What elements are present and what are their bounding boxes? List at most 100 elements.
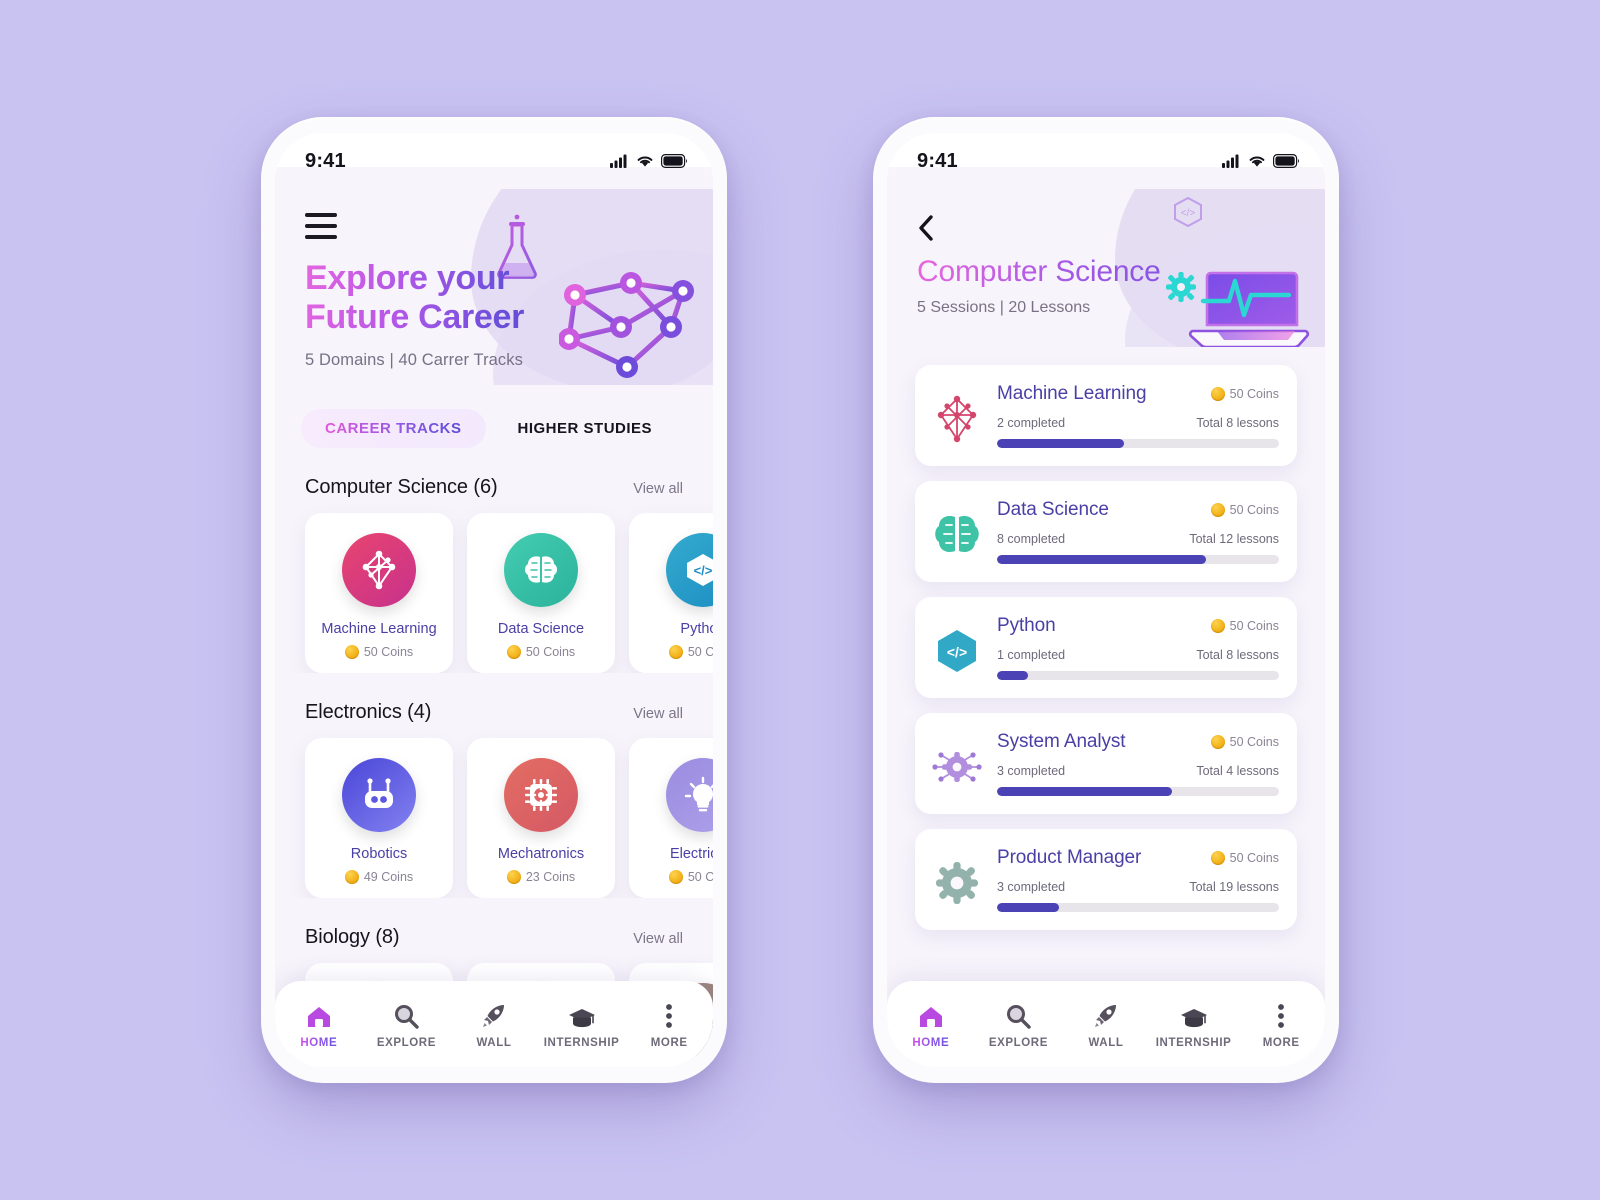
svg-text:</>: </> (1181, 208, 1196, 219)
track-coins: 50 Coins (639, 870, 713, 884)
home-icon (306, 1003, 332, 1029)
section-header-computer-science: Computer Science (6) View all (275, 448, 713, 499)
progress-bar (997, 439, 1279, 448)
progress-bar (997, 903, 1279, 912)
track-card[interactable]: Machine Learning 50 Coins (305, 513, 453, 673)
lesson-total: Total 8 lessons (1196, 416, 1279, 430)
nav-label: HOME (912, 1037, 950, 1049)
lesson-header: Python 50 Coins (997, 615, 1279, 637)
dual-phone-mockup: 9:41 Explore your Future Career 5 Domain… (0, 0, 1600, 1200)
back-button[interactable] (917, 213, 947, 243)
nav-item-home[interactable]: HOME (887, 999, 975, 1049)
track-coins-label: 50 Coins (525, 645, 576, 659)
track-row-computer-science[interactable]: Machine Learning 50 Coins Data Science 5… (275, 499, 713, 673)
nav-item-explore[interactable]: EXPLORE (975, 999, 1063, 1049)
view-all-link[interactable]: View all (633, 706, 683, 722)
progress-fill (997, 903, 1060, 912)
page-title: Computer Science (917, 255, 1295, 289)
lesson-card[interactable]: </> Python 50 Coins 1 completed Total 8 … (915, 597, 1297, 698)
gear-icon (929, 855, 985, 911)
coin-icon (1210, 619, 1225, 633)
graduation-cap-icon (568, 1003, 596, 1029)
track-card[interactable]: Mechatronics 23 Coins (467, 738, 615, 898)
track-coins: 49 Coins (315, 870, 443, 884)
battery-icon (1273, 154, 1299, 168)
lesson-meta: 2 completed Total 8 lessons (997, 416, 1279, 430)
lesson-coins-label: 50 Coins (1229, 387, 1279, 401)
nav-item-internship[interactable]: INTERNSHIP (1150, 999, 1238, 1049)
status-time: 9:41 (305, 149, 346, 172)
track-coins-label: 50 Coins (687, 645, 713, 659)
track-card[interactable]: Robotics 49 Coins (305, 738, 453, 898)
brain-circuit-icon (929, 507, 985, 563)
coin-icon (1210, 851, 1225, 865)
nav-item-explore[interactable]: EXPLORE (363, 999, 451, 1049)
nav-item-internship[interactable]: INTERNSHIP (538, 999, 626, 1049)
hero-subtitle: 5 Domains | 40 Carrer Tracks (305, 350, 523, 369)
nav-item-wall[interactable]: WALL (1062, 999, 1150, 1049)
lesson-body: Data Science 50 Coins 8 completed Total … (997, 497, 1279, 564)
detail-screen: 9:41 </> Computer Science 5 Sessions | 2… (887, 133, 1325, 1067)
lesson-card[interactable]: Product Manager 50 Coins 3 completed Tot… (915, 829, 1297, 930)
lesson-card[interactable]: System Analyst 50 Coins 3 completed Tota… (915, 713, 1297, 814)
lesson-body: Python 50 Coins 1 completed Total 8 less… (997, 613, 1279, 680)
lesson-coins: 50 Coins (1210, 387, 1279, 401)
nav-item-wall[interactable]: WALL (450, 999, 538, 1049)
lesson-coins: 50 Coins (1210, 735, 1279, 749)
track-coins: 50 Coins (315, 645, 443, 659)
progress-bar (997, 787, 1279, 796)
microchip-icon (504, 758, 578, 832)
lesson-coins: 50 Coins (1210, 503, 1279, 517)
lesson-completed: 2 completed (997, 416, 1066, 430)
lesson-header: Product Manager 50 Coins (997, 847, 1279, 869)
lesson-coins: 50 Coins (1210, 619, 1279, 633)
code-badge-icon: </> (1174, 196, 1202, 228)
track-name: Data Science (497, 621, 585, 637)
signal-icon (1222, 154, 1239, 168)
lesson-total: Total 19 lessons (1189, 880, 1279, 894)
track-card[interactable]: </> Python 50 Coins (629, 513, 713, 673)
progress-fill (997, 439, 1124, 448)
track-card[interactable]: Electricals 50 Coins (629, 738, 713, 898)
nav-item-more[interactable]: MORE (625, 999, 713, 1049)
wifi-icon (637, 156, 653, 167)
nav-item-more[interactable]: MORE (1237, 999, 1325, 1049)
lesson-meta: 1 completed Total 8 lessons (997, 648, 1279, 662)
tab-career-tracks[interactable]: CAREER TRACKS (301, 409, 486, 448)
tab-higher-studies[interactable]: HIGHER STUDIES (494, 409, 677, 448)
view-all-link[interactable]: View all (633, 931, 683, 947)
lesson-name: Data Science (997, 499, 1109, 520)
lesson-total: Total 4 lessons (1196, 764, 1279, 778)
lesson-card[interactable]: Data Science 50 Coins 8 completed Total … (915, 481, 1297, 582)
lesson-completed: 8 completed (997, 532, 1066, 546)
lesson-header: Data Science 50 Coins (997, 499, 1279, 521)
progress-fill (997, 671, 1029, 680)
lesson-list: Machine Learning 50 Coins 2 completed To… (887, 347, 1325, 930)
lightbulb-icon (666, 758, 713, 832)
page-title: Explore your Future Career (305, 259, 575, 338)
detail-hero: </> Computer Science 5 Sessions | 20 Les… (887, 189, 1325, 347)
gear-network-icon (929, 739, 985, 795)
nav-label: WALL (476, 1037, 512, 1049)
track-row-electronics[interactable]: Robotics 49 Coins Mechatronics 23 Coins … (275, 724, 713, 898)
nav-item-home[interactable]: HOME (275, 999, 363, 1049)
track-coins: 50 Coins (639, 645, 713, 659)
home-screen: 9:41 Explore your Future Career 5 Domain… (275, 133, 713, 1067)
lesson-coins: 50 Coins (1210, 851, 1279, 865)
hamburger-menu-icon[interactable] (305, 213, 337, 239)
coin-icon (344, 645, 359, 659)
coin-icon (668, 870, 683, 884)
section-header-electronics: Electronics (4) View all (275, 673, 713, 724)
tab-career-tracks-label: CAREER TRACKS (325, 420, 462, 437)
coin-icon (1210, 387, 1225, 401)
lesson-card[interactable]: Machine Learning 50 Coins 2 completed To… (915, 365, 1297, 466)
lesson-meta: 3 completed Total 19 lessons (997, 880, 1279, 894)
coin-icon (344, 870, 359, 884)
lesson-meta: 3 completed Total 4 lessons (997, 764, 1279, 778)
rocket-icon (1093, 1003, 1119, 1029)
lesson-coins-label: 50 Coins (1229, 503, 1279, 517)
lesson-body: System Analyst 50 Coins 3 completed Tota… (997, 729, 1279, 796)
track-card[interactable]: Data Science 50 Coins (467, 513, 615, 673)
view-all-link[interactable]: View all (633, 481, 683, 497)
nav-label: HOME (300, 1037, 338, 1049)
